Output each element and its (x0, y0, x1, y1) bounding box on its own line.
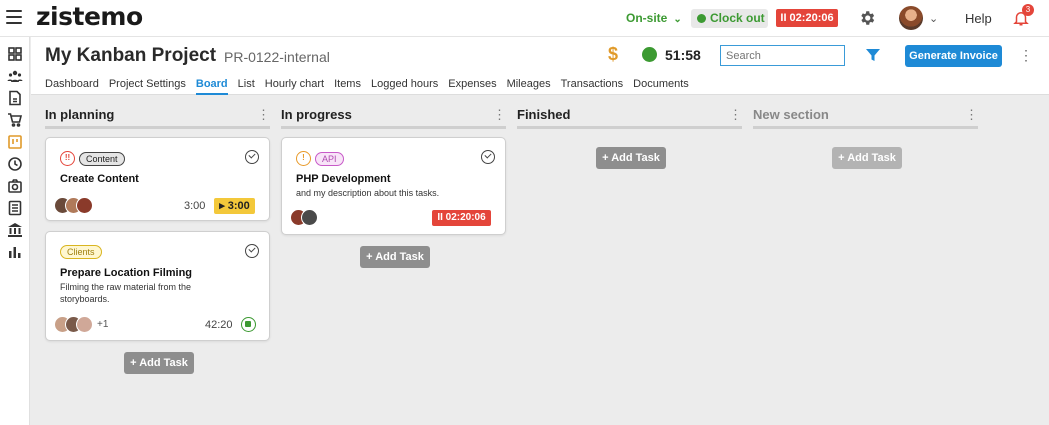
camera-icon[interactable] (7, 178, 23, 194)
column-header: Finished ⋮ (517, 105, 742, 129)
list-icon[interactable] (7, 200, 23, 216)
task-description: Filming the raw material from the storyb… (60, 282, 192, 304)
tab-dashboard[interactable]: Dashboard (45, 78, 99, 95)
task-card-php-development[interactable]: ! API PHP Development and my description… (281, 137, 506, 235)
top-bar: zistemo On-site ⌄ Clock out II 02:20:06 ⌄… (0, 0, 1049, 37)
clock-icon[interactable] (7, 156, 23, 172)
clock-out-button[interactable]: Clock out (691, 9, 768, 28)
task-description: and my description about this tasks. (296, 188, 440, 198)
notification-count-badge: 3 (1022, 4, 1034, 16)
tracked-time: 51:58 (665, 47, 701, 63)
tab-board[interactable]: Board (195, 78, 228, 95)
tab-project-settings[interactable]: Project Settings (109, 78, 186, 95)
tag-badge: API (315, 151, 344, 166)
filter-icon[interactable] (865, 47, 881, 63)
assignee-avatars: +1 (54, 316, 108, 333)
assignee-avatars (290, 209, 318, 226)
more-assignees-count: +1 (97, 319, 109, 330)
check-icon[interactable] (481, 150, 495, 164)
dashboard-icon[interactable] (7, 46, 23, 62)
cart-icon[interactable] (7, 112, 23, 128)
tab-list[interactable]: List (238, 78, 255, 95)
task-card-prepare-location-filming[interactable]: Clients Prepare Location Filming Filming… (45, 231, 270, 341)
more-icon[interactable]: ⋮ (493, 107, 506, 123)
column-header: In progress ⋮ (281, 105, 506, 129)
location-status-label: On-site (626, 11, 668, 25)
menu-icon[interactable] (6, 10, 22, 24)
help-link[interactable]: Help (965, 11, 992, 26)
tab-expenses[interactable]: Expenses (448, 78, 496, 95)
task-title: Create Content (60, 173, 139, 185)
more-icon[interactable]: ⋮ (965, 107, 978, 123)
task-duration: 3:00 (184, 200, 206, 212)
task-duration: 42:20 (205, 319, 233, 331)
more-icon[interactable]: ⋮ (1019, 47, 1033, 64)
task-title: PHP Development (296, 173, 391, 185)
timer-running-icon[interactable] (241, 317, 256, 332)
board-column-new-section: New section ⋮ + Add Task (753, 105, 978, 169)
more-icon[interactable]: ⋮ (257, 107, 270, 123)
check-icon[interactable] (245, 244, 259, 258)
project-header: My Kanban Project PR-0122-internal $ 51:… (31, 37, 1049, 95)
page-title: My Kanban Project (45, 45, 217, 66)
check-icon[interactable] (245, 150, 259, 164)
tab-documents[interactable]: Documents (633, 78, 689, 95)
column-header: In planning ⋮ (45, 105, 270, 129)
column-title: In planning (45, 107, 115, 122)
project-tabs: Dashboard Project Settings Board List Ho… (45, 78, 699, 95)
left-nav-rail (0, 37, 30, 425)
running-timer[interactable]: II 02:20:06 (776, 9, 838, 27)
chart-icon[interactable] (7, 244, 23, 260)
search-input[interactable] (720, 45, 845, 66)
more-icon[interactable]: ⋮ (729, 107, 742, 123)
column-title: In progress (281, 107, 352, 122)
clock-out-label: Clock out (710, 11, 765, 25)
priority-high-icon: !! (60, 151, 75, 166)
location-status-dropdown[interactable]: On-site ⌄ (626, 11, 682, 25)
app-logo[interactable]: zistemo (36, 2, 143, 31)
document-icon[interactable] (7, 90, 23, 106)
add-task-button[interactable]: + Add Task (124, 352, 194, 374)
generate-invoice-button[interactable]: Generate Invoice (905, 45, 1002, 67)
board-column-finished: Finished ⋮ + Add Task (517, 105, 742, 169)
board-column-in-progress: In progress ⋮ ! API PHP Development and … (281, 105, 506, 268)
board-icon[interactable] (7, 134, 23, 150)
add-task-button[interactable]: + Add Task (596, 147, 666, 169)
clock-out-icon (697, 14, 706, 23)
column-title: Finished (517, 107, 571, 122)
chevron-down-icon[interactable]: ⌄ (929, 12, 938, 25)
assignee-avatars (54, 197, 93, 214)
team-icon[interactable] (7, 68, 23, 84)
board-column-in-planning: In planning ⋮ !! Content Create Content … (45, 105, 270, 374)
add-task-button[interactable]: + Add Task (832, 147, 902, 169)
tag-badge: Content (79, 151, 125, 166)
tab-transactions[interactable]: Transactions (561, 78, 624, 95)
column-header: New section ⋮ (753, 105, 978, 129)
time-tracked-icon (642, 47, 657, 62)
chevron-down-icon: ⌄ (673, 14, 682, 25)
task-timer-button[interactable]: II 02:20:06 (432, 210, 491, 226)
dollar-icon[interactable]: $ (608, 44, 618, 65)
avatar (76, 197, 93, 214)
task-timer-button[interactable]: ▸ 3:00 (214, 198, 255, 214)
user-avatar[interactable] (899, 6, 923, 30)
avatar (76, 316, 93, 333)
tab-mileages[interactable]: Mileages (507, 78, 551, 95)
project-code: PR-0122-internal (224, 49, 330, 65)
tab-logged-hours[interactable]: Logged hours (371, 78, 438, 95)
tag-badge: Clients (60, 245, 102, 259)
tab-items[interactable]: Items (334, 78, 361, 95)
priority-medium-icon: ! (296, 151, 311, 166)
add-task-button[interactable]: + Add Task (360, 246, 430, 268)
task-title: Prepare Location Filming (60, 267, 193, 279)
column-title: New section (753, 107, 829, 122)
bank-icon[interactable] (7, 222, 23, 238)
task-card-create-content[interactable]: !! Content Create Content 3:00 ▸ 3:00 (45, 137, 270, 221)
gear-icon[interactable] (858, 9, 876, 27)
avatar (301, 209, 318, 226)
tab-hourly-chart[interactable]: Hourly chart (265, 78, 324, 95)
